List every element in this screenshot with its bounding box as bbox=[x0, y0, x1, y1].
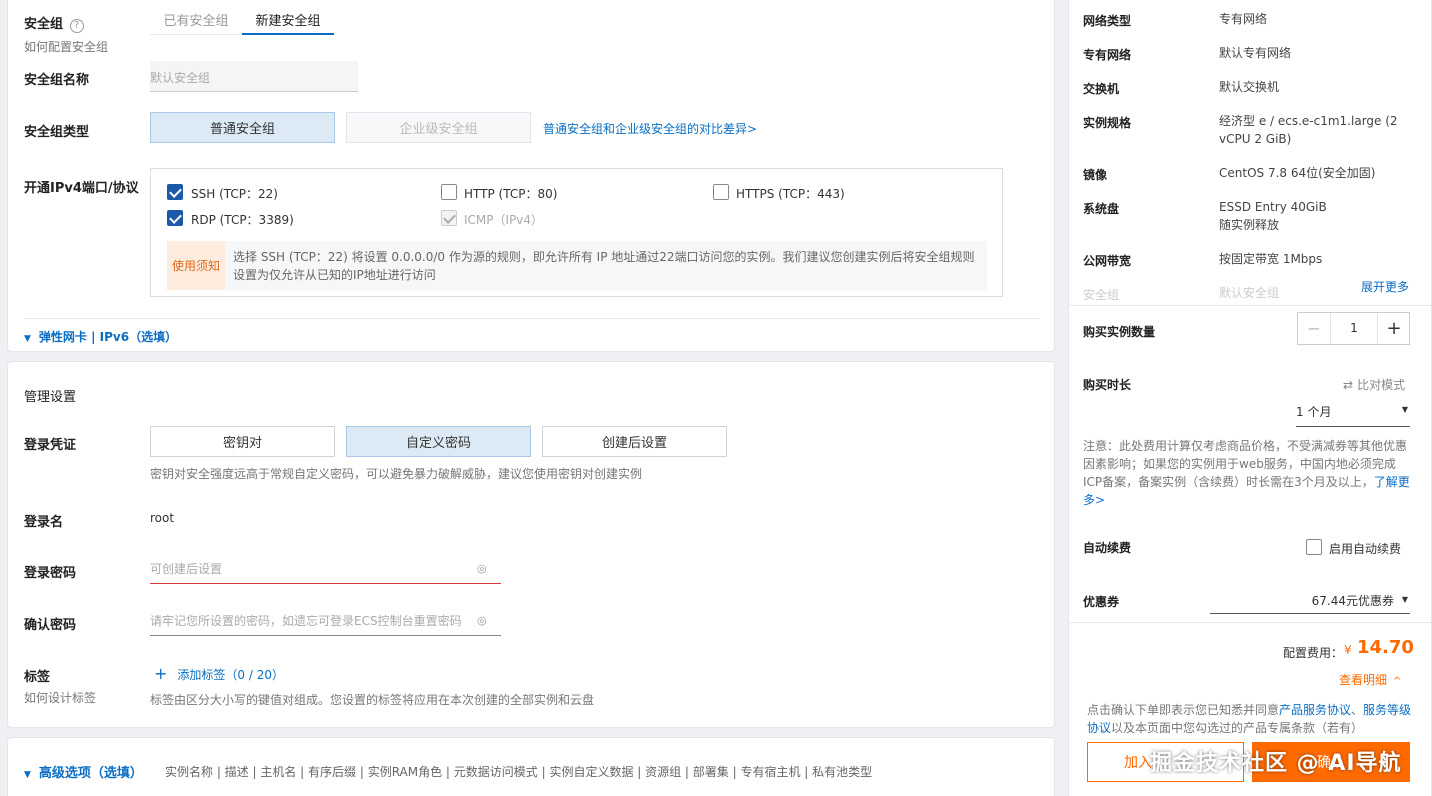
normal-security-group-button[interactable]: 普通安全组 bbox=[150, 112, 335, 143]
coupon-label: 优惠券 bbox=[1083, 595, 1120, 609]
caret-down-icon: ▼ bbox=[24, 334, 31, 344]
tab-existing-security-group[interactable]: 已有安全组 bbox=[150, 5, 242, 35]
management-card: 管理设置 登录凭证 密钥对 自定义密码 创建后设置 密钥对安全强度远高于常规自定… bbox=[7, 361, 1055, 728]
icmp-checkbox bbox=[441, 210, 457, 226]
caret-down-icon: ▼ bbox=[1401, 405, 1408, 414]
notice-tag: 使用须知 bbox=[167, 241, 225, 290]
summary-key: 交换机 bbox=[1083, 82, 1120, 96]
password-label: 登录密码 bbox=[24, 566, 77, 581]
tags-help-link[interactable]: 如何设计标签 bbox=[24, 689, 96, 706]
summary-key: 系统盘 bbox=[1083, 202, 1120, 216]
quantity-label: 购买实例数量 bbox=[1083, 325, 1156, 339]
summary-value: 默认交换机 bbox=[1219, 80, 1280, 94]
advanced-options-items: 实例名称 | 描述 | 主机名 | 有序后缀 | 实例RAM角色 | 元数据访问… bbox=[165, 765, 873, 779]
product-service-agreement-link[interactable]: 产品服务协议 bbox=[1279, 703, 1351, 717]
summary-key: 安全组 bbox=[1083, 288, 1120, 302]
tags-hint: 标签由区分大小写的键值对组成。您设置的标签将应用在本次创建的全部实例和云盘 bbox=[150, 693, 595, 707]
summary-value: 按固定带宽 1Mbps bbox=[1219, 252, 1323, 266]
rdp-label: RDP (TCP：3389) bbox=[191, 213, 294, 227]
ssh-label: SSH (TCP：22) bbox=[191, 187, 278, 201]
auto-renew-label: 自动续费 bbox=[1083, 541, 1132, 555]
fee-label: 配置费用： bbox=[1283, 646, 1344, 660]
ipv4-ports-label: 开通IPv4端口/协议 bbox=[24, 181, 139, 196]
agreement-text: 点击确认下单即表示您已知悉并同意产品服务协议、服务等级协议以及本页面中您勾选过的… bbox=[1087, 703, 1412, 735]
custom-password-button[interactable]: 自定义密码 bbox=[346, 426, 531, 457]
notice-box: 使用须知 选择 SSH (TCP：22) 将设置 0.0.0.0/0 作为源的规… bbox=[167, 241, 987, 290]
summary-value: CentOS 7.8 64位(安全加固) bbox=[1219, 166, 1376, 180]
security-group-type-label: 安全组类型 bbox=[24, 125, 90, 140]
key-pair-button[interactable]: 密钥对 bbox=[150, 426, 335, 457]
summary-value: 默认专有网络 bbox=[1219, 46, 1292, 60]
expand-more-link[interactable]: 展开更多 bbox=[1361, 278, 1409, 295]
password-input[interactable]: 可创建后设置 ◎ bbox=[150, 554, 501, 584]
auto-renew-checkbox[interactable] bbox=[1306, 539, 1322, 555]
fee-currency: ¥ bbox=[1344, 643, 1352, 657]
confirm-password-label: 确认密码 bbox=[24, 618, 77, 633]
advanced-options-card: ▼ 高级选项（选填） 实例名称 | 描述 | 主机名 | 有序后缀 | 实例RAM… bbox=[7, 737, 1055, 796]
notice-text: 选择 SSH (TCP：22) 将设置 0.0.0.0/0 作为源的规则，即允许… bbox=[233, 250, 975, 282]
ports-panel: SSH (TCP：22) HTTP (TCP：80) HTTPS (TCP：44… bbox=[150, 168, 1003, 297]
plus-icon[interactable]: + bbox=[1378, 313, 1410, 344]
summary-key: 公网带宽 bbox=[1083, 254, 1132, 268]
divider bbox=[1069, 305, 1431, 306]
login-name-label: 登录名 bbox=[24, 515, 64, 530]
eye-off-icon[interactable]: ◎ bbox=[477, 562, 491, 576]
help-icon[interactable]: ? bbox=[69, 19, 84, 33]
tags-label: 标签 bbox=[24, 670, 51, 685]
https-label: HTTPS (TCP：443) bbox=[736, 187, 845, 201]
view-detail-link[interactable]: 查看明细 ^ bbox=[1339, 671, 1401, 688]
security-group-card: 安全组 ? 如何配置安全组 已有安全组 新建安全组 安全组名称 默认安全组 安全… bbox=[7, 0, 1055, 352]
rdp-checkbox[interactable] bbox=[167, 210, 183, 226]
security-group-label: 安全组 ? bbox=[24, 13, 84, 33]
ssh-checkbox[interactable] bbox=[167, 184, 183, 200]
tab-new-security-group[interactable]: 新建安全组 bbox=[242, 5, 334, 35]
eni-ipv6-toggle[interactable]: ▼ 弹性网卡 | IPv6（选填） bbox=[24, 328, 177, 345]
security-group-name-input[interactable]: 默认安全组 bbox=[150, 61, 358, 92]
minus-icon[interactable]: − bbox=[1298, 313, 1330, 344]
advanced-options-toggle[interactable]: ▼ 高级选项（选填） bbox=[24, 762, 143, 781]
duration-label: 购买时长 bbox=[1083, 378, 1132, 392]
duration-select[interactable]: 1 个月 ▼ bbox=[1296, 403, 1410, 427]
summary-key: 专有网络 bbox=[1083, 48, 1132, 62]
management-title: 管理设置 bbox=[24, 390, 77, 405]
divider bbox=[24, 318, 1040, 319]
confirm-password-input[interactable]: 请牢记您所设置的密码，如遗忘可登录ECS控制台重置密码 ◎ bbox=[150, 606, 501, 636]
summary-key: 实例规格 bbox=[1083, 116, 1132, 130]
summary-key: 网络类型 bbox=[1083, 14, 1132, 28]
plus-icon: + bbox=[154, 664, 168, 683]
compare-mode-toggle[interactable]: ⇄ 比对模式 bbox=[1343, 376, 1405, 393]
caret-down-icon: ▼ bbox=[1401, 595, 1408, 604]
icmp-label: ICMP（IPv4） bbox=[464, 213, 544, 227]
chevron-up-icon: ^ bbox=[1393, 676, 1402, 687]
credential-hint: 密钥对安全强度远高于常规自定义密码，可以避免暴力破解威胁，建议您使用密钥对创建实… bbox=[150, 467, 643, 481]
summary-value: 经济型 e / ecs.e-c1m1.large (2 vCPU 2 GiB) bbox=[1219, 114, 1398, 146]
fee-value: 14.70 bbox=[1357, 637, 1414, 658]
add-tag-button[interactable]: + 添加标签（0 / 20） bbox=[154, 664, 284, 683]
auto-renew-option: 启用自动续费 bbox=[1329, 542, 1402, 556]
summary-key: 镜像 bbox=[1083, 168, 1108, 182]
https-checkbox[interactable] bbox=[713, 184, 729, 200]
http-label: HTTP (TCP：80) bbox=[464, 187, 558, 201]
compare-security-group-link[interactable]: 普通安全组和企业级安全组的对比差异> bbox=[543, 120, 757, 137]
watermark: 掘金技术社区 @ AI导航 bbox=[1150, 751, 1402, 776]
set-after-creation-button[interactable]: 创建后设置 bbox=[542, 426, 727, 457]
login-name-value: root bbox=[150, 511, 175, 525]
caret-down-icon: ▼ bbox=[24, 770, 31, 780]
swap-icon: ⇄ bbox=[1343, 378, 1354, 392]
pricing-note: 注意：此处费用计算仅考虑商品价格，不受满减券等其他优惠因素影响；如果您的实例用于… bbox=[1083, 439, 1410, 507]
coupon-select[interactable]: 67.44元优惠券 ▼ bbox=[1210, 592, 1410, 614]
summary-value: 专有网络 bbox=[1219, 12, 1268, 26]
quantity-input[interactable]: 1 bbox=[1330, 313, 1378, 344]
security-group-name-label: 安全组名称 bbox=[24, 73, 90, 88]
security-group-help-link[interactable]: 如何配置安全组 bbox=[24, 38, 108, 55]
eye-off-icon[interactable]: ◎ bbox=[477, 614, 491, 628]
credential-label: 登录凭证 bbox=[24, 438, 77, 453]
enterprise-security-group-button[interactable]: 企业级安全组 bbox=[346, 112, 531, 143]
summary-value: ESSD Entry 40GiB 随实例释放 bbox=[1219, 200, 1327, 232]
quantity-stepper[interactable]: − 1 + bbox=[1297, 312, 1410, 345]
http-checkbox[interactable] bbox=[441, 184, 457, 200]
